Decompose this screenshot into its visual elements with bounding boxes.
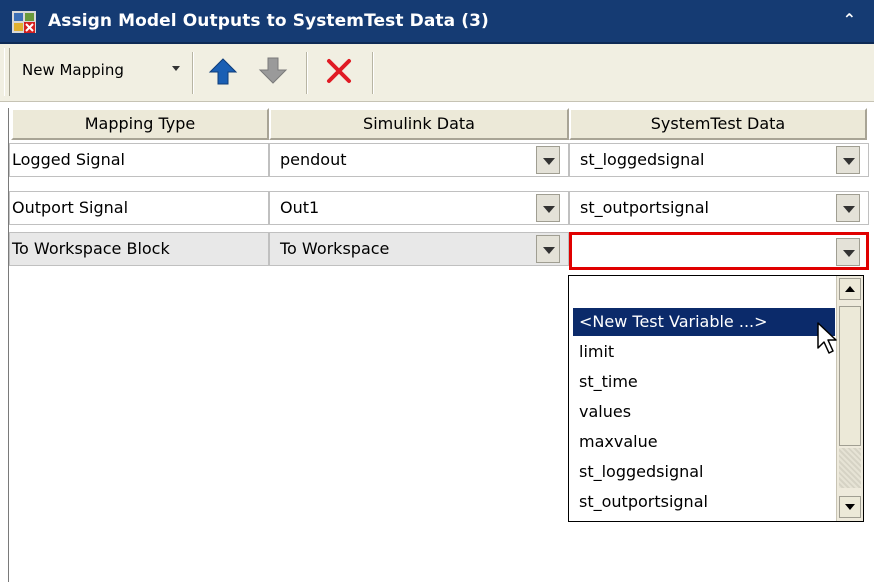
table-row-2-mapping-type[interactable]: Outport Signal — [9, 191, 269, 225]
new-mapping-dropdown-icon[interactable] — [172, 66, 180, 71]
chevron-down-icon[interactable] — [536, 194, 560, 222]
dropdown-option-empty[interactable] — [573, 278, 835, 306]
dropdown-option-st-time[interactable]: st_time — [573, 368, 835, 396]
table-row-1-mapping-type[interactable]: Logged Signal — [9, 143, 269, 177]
dropdown-options: <New Test Variable ...> limit st_time va… — [569, 276, 839, 523]
window-title: Assign Model Outputs to SystemTest Data … — [48, 11, 489, 31]
toolbar-separator — [306, 52, 308, 94]
table-row-3-mapping-type[interactable]: To Workspace Block — [9, 232, 269, 266]
header-simulink-data[interactable]: Simulink Data — [269, 108, 569, 140]
move-down-icon[interactable] — [256, 54, 290, 88]
scroll-down-icon[interactable] — [839, 496, 861, 518]
title-bar: Assign Model Outputs to SystemTest Data … — [0, 0, 874, 44]
table-row-2-simulink-data[interactable]: Out1 — [269, 191, 569, 225]
collapse-icon[interactable]: ⌃ — [843, 10, 856, 29]
chevron-down-icon[interactable] — [836, 194, 860, 222]
header-mapping-type[interactable]: Mapping Type — [11, 108, 269, 140]
mouse-cursor-icon — [817, 322, 837, 354]
delete-icon[interactable] — [322, 54, 356, 88]
header-systemtest-data[interactable]: SystemTest Data — [569, 108, 867, 140]
table-row-1-simulink-data[interactable]: pendout — [269, 143, 569, 177]
dropdown-option-values[interactable]: values — [573, 398, 835, 426]
toolbar-grip — [4, 48, 10, 96]
dropdown-option-st-outportsignal[interactable]: st_outportsignal — [573, 488, 835, 516]
systemtest-icon — [12, 11, 36, 33]
scrollbar-thumb[interactable] — [839, 306, 861, 446]
dropdown-option-maxvalue[interactable]: maxvalue — [573, 428, 835, 456]
chevron-down-icon[interactable] — [536, 146, 560, 174]
table-row-2-systemtest-data[interactable]: st_outportsignal — [569, 191, 869, 225]
scrollbar-track[interactable] — [839, 448, 861, 488]
table-row-3-simulink-data[interactable]: To Workspace — [269, 232, 569, 266]
table-row-3-systemtest-data-combobox[interactable] — [569, 232, 869, 270]
dropdown-option-new-test-variable[interactable]: <New Test Variable ...> — [573, 308, 835, 336]
chevron-down-icon[interactable] — [536, 235, 560, 263]
toolbar-separator — [192, 52, 194, 94]
new-mapping-button[interactable]: New Mapping — [22, 61, 124, 79]
scroll-up-icon[interactable] — [839, 278, 861, 300]
toolbar: New Mapping — [0, 44, 874, 102]
toolbar-separator — [372, 52, 374, 94]
move-up-icon[interactable] — [206, 54, 240, 88]
chevron-down-icon[interactable] — [836, 146, 860, 174]
chevron-down-icon[interactable] — [836, 238, 860, 266]
dropdown-option-st-loggedsignal[interactable]: st_loggedsignal — [573, 458, 835, 486]
systemtest-data-dropdown-list[interactable]: <New Test Variable ...> limit st_time va… — [568, 275, 864, 522]
dropdown-scrollbar[interactable] — [836, 276, 863, 521]
dropdown-option-limit[interactable]: limit — [573, 338, 835, 366]
table-row-1-systemtest-data[interactable]: st_loggedsignal — [569, 143, 869, 177]
